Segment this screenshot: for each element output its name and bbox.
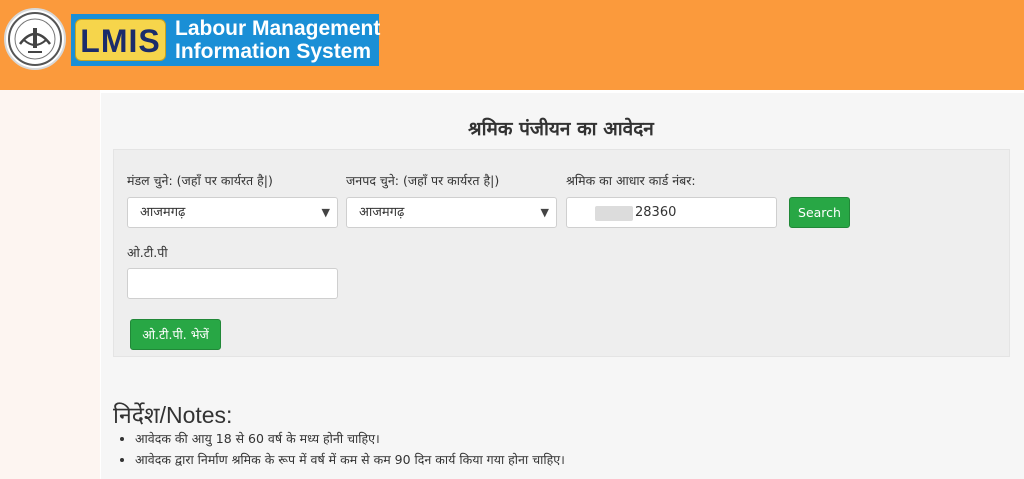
logo-line-1: Labour Management xyxy=(175,17,381,40)
registration-panel: श्रमिक पंजीयन का आवेदन मंडल चुने: (जहाँ … xyxy=(101,93,1024,479)
division-label: मंडल चुने: (जहाँ पर कार्यरत है|) xyxy=(127,173,273,188)
notes-list: आवेदक की आयु 18 से 60 वर्ष के मध्य होनी … xyxy=(119,428,565,470)
division-select-value: आजमगढ़ xyxy=(140,205,186,220)
aadhaar-label: श्रमिक का आधार कार्ड नंबर: xyxy=(566,173,696,188)
registration-form: मंडल चुने: (जहाँ पर कार्यरत है|) आजमगढ़ … xyxy=(113,149,1010,357)
aadhaar-input[interactable]: 28360 xyxy=(566,197,777,228)
site-header: LMIS Labour Management Information Syste… xyxy=(0,0,1024,90)
uttar-pradesh-emblem-icon[interactable] xyxy=(4,8,66,70)
page-title: श्रमिक पंजीयन का आवेदन xyxy=(468,118,654,140)
otp-label: ओ.टी.पी xyxy=(127,245,168,260)
notes-heading: निर्देश/Notes: xyxy=(113,402,233,428)
page-gutter xyxy=(0,90,100,479)
district-select[interactable]: आजमगढ़ ▼ xyxy=(346,197,557,228)
division-select[interactable]: आजमगढ़ ▼ xyxy=(127,197,338,228)
list-item: आवेदक द्वारा निर्माण श्रमिक के रूप में व… xyxy=(135,449,565,470)
otp-input[interactable] xyxy=(127,268,338,299)
masked-digits xyxy=(595,206,633,221)
aadhaar-input-value: 28360 xyxy=(635,205,677,220)
district-select-value: आजमगढ़ xyxy=(359,205,405,220)
send-otp-button[interactable]: ओ.टी.पी. भेजें xyxy=(130,319,221,350)
district-label: जनपद चुने: (जहाँ पर कार्यरत है|) xyxy=(346,173,500,188)
lmis-badge: LMIS xyxy=(75,19,166,61)
chevron-down-icon: ▼ xyxy=(321,206,330,219)
lmis-logo[interactable]: LMIS Labour Management Information Syste… xyxy=(71,14,380,66)
logo-line-2: Information System xyxy=(175,40,372,63)
logo-title: Labour Management Information System xyxy=(175,17,380,63)
search-button[interactable]: Search xyxy=(789,197,850,228)
list-item: आवेदक की आयु 18 से 60 वर्ष के मध्य होनी … xyxy=(135,428,565,449)
chevron-down-icon: ▼ xyxy=(540,206,549,219)
